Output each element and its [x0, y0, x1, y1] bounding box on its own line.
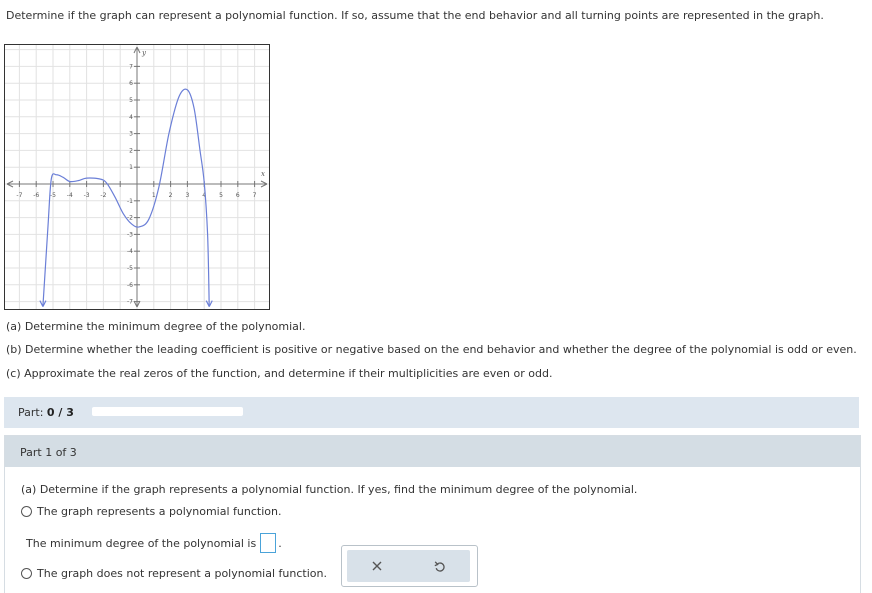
clear-button[interactable]: [347, 550, 407, 582]
x-tick-label: -7: [16, 192, 22, 199]
degree-label: The minimum degree of the polynomial is: [26, 536, 257, 550]
progress-label: Part: 0 / 3: [18, 406, 74, 419]
answer-tools-bar: [347, 550, 470, 582]
x-tick-label: 6: [236, 192, 240, 199]
y-tick-label: 3: [129, 131, 133, 138]
graph-canvas: -7 -6 -5 -4 -3 -2 1 2 3 4 5 6 77654321-1-2-3-4-5-6-7…: [5, 45, 269, 309]
degree-period: .: [278, 536, 282, 550]
y-tick-label: -7: [127, 299, 133, 306]
x-tick-label: 2: [169, 192, 173, 199]
x-tick-label: 5: [219, 192, 223, 199]
y-tick-label: -4: [127, 248, 133, 255]
x-tick-label: 3: [185, 192, 189, 199]
task-b: (b) Determine whether the leading coeffi…: [6, 343, 857, 356]
option-not-polynomial[interactable]: The graph does not represent a polynomia…: [21, 567, 327, 580]
x-tick-label: -3: [84, 192, 90, 199]
task-c: (c) Approximate the real zeros of the fu…: [6, 367, 553, 380]
x-tick-label: -4: [67, 192, 73, 199]
radio-button[interactable]: [21, 506, 32, 517]
y-axis-label: y: [141, 49, 147, 57]
x-icon: [372, 561, 382, 571]
undo-button[interactable]: [410, 550, 470, 582]
undo-icon: [434, 560, 445, 572]
option-is-polynomial[interactable]: The graph represents a polynomial functi…: [21, 505, 281, 518]
polynomial-graph: -7 -6 -5 -4 -3 -2 1 2 3 4 5 6 7 7 6 5 4 3 2 1 -1 -2 -3 -4 -5 -6 -7…: [4, 44, 270, 310]
task-a: (a) Determine the minimum degree of the …: [6, 320, 306, 333]
x-tick-label: -6: [33, 192, 39, 199]
y-tick-label: 5: [129, 97, 133, 104]
radio-button[interactable]: [21, 568, 32, 579]
x-tick-label: -5: [50, 192, 56, 199]
y-tick-label: 4: [129, 114, 133, 121]
part-panel: Part 1 of 3 (a) Determine if the graph r…: [4, 435, 861, 593]
x-tick-label: 1: [152, 192, 156, 199]
y-tick-label: 1: [129, 164, 133, 171]
y-tick-label: 6: [129, 80, 133, 87]
y-tick-label: 7: [129, 63, 133, 70]
part-question: (a) Determine if the graph represents a …: [21, 483, 638, 496]
degree-row: The minimum degree of the polynomial is …: [26, 533, 282, 553]
x-tick-label: -2: [100, 192, 106, 199]
y-tick-label: -6: [127, 282, 133, 289]
progress-track: [92, 407, 243, 416]
option-not-polynomial-label: The graph does not represent a polynomia…: [37, 567, 327, 580]
option-is-polynomial-label: The graph represents a polynomial functi…: [37, 505, 282, 518]
degree-input[interactable]: [260, 533, 277, 553]
x-tick-label: 7: [253, 192, 257, 199]
x-axis-label: x: [261, 170, 265, 178]
progress-value: 0 / 3: [46, 406, 74, 419]
progress-label-text: Part:: [18, 406, 44, 419]
progress-bar: Part: 0 / 3: [4, 397, 859, 428]
question-text: Determine if the graph can represent a p…: [6, 9, 824, 22]
y-tick-label: 2: [129, 147, 133, 154]
answer-tools: [341, 545, 478, 587]
part-header: Part 1 of 3: [5, 436, 860, 467]
y-tick-label: -3: [127, 231, 133, 238]
y-tick-label: -1: [127, 198, 133, 205]
part-header-label: Part 1 of 3: [20, 446, 77, 459]
y-tick-label: -5: [127, 265, 133, 272]
